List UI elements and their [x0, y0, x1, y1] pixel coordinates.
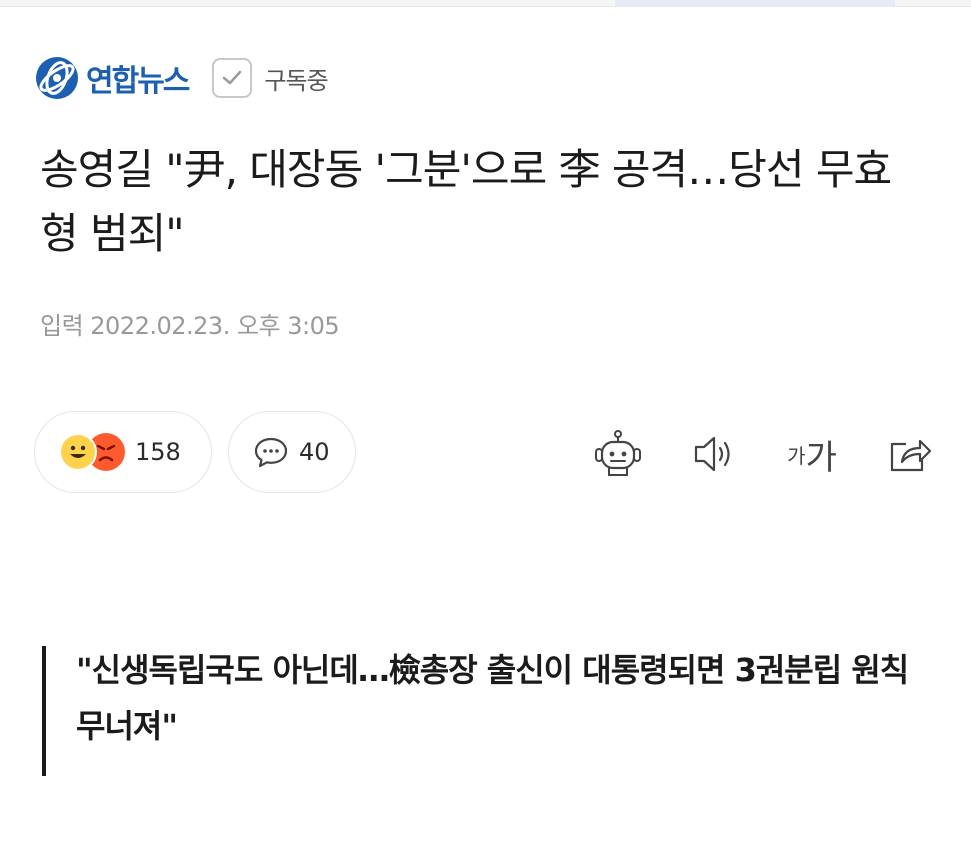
reaction-count: 158 [135, 438, 181, 466]
reaction-button[interactable]: 158 [34, 411, 212, 493]
subscribe-button[interactable]: 구독중 [212, 58, 329, 98]
article-date: 입력 2022.02.23. 오후 3:05 [40, 312, 340, 340]
speaker-icon [694, 436, 730, 472]
article-headline: 송영길 "尹, 대장동 '그분'으로 李 공격…당선 무효형 범죄" [40, 145, 892, 258]
happy-emoji-icon [59, 433, 97, 471]
top-bar-accent [615, 0, 895, 6]
share-button[interactable] [884, 428, 936, 480]
comment-bubble-icon [254, 437, 288, 468]
font-size-small-label: 가 [787, 443, 806, 468]
summary-bot-button[interactable] [590, 428, 646, 480]
share-icon [890, 439, 932, 472]
press-header: 연합뉴스 구독중 [34, 52, 329, 104]
article-subheading: "신생독립국도 아닌데…檢총장 출신이 대통령되면 3권분립 원칙 무너져" [42, 646, 922, 776]
comment-count: 40 [299, 438, 330, 466]
press-logo[interactable]: 연합뉴스 [34, 55, 190, 101]
check-icon [212, 58, 253, 98]
subheading-text: "신생독립국도 아닌데…檢총장 출신이 대통령되면 3권분립 원칙 무너져" [76, 651, 909, 745]
subscribe-label: 구독중 [264, 66, 328, 95]
press-name: 연합뉴스 [86, 64, 190, 99]
comment-button[interactable]: 40 [228, 411, 356, 493]
font-size-button[interactable]: 가 가 [782, 428, 842, 480]
summary-bot-icon [595, 430, 641, 476]
read-aloud-button[interactable] [688, 428, 740, 480]
yonhap-logo-icon [36, 57, 78, 99]
font-size-large-label: 가 [805, 437, 837, 478]
